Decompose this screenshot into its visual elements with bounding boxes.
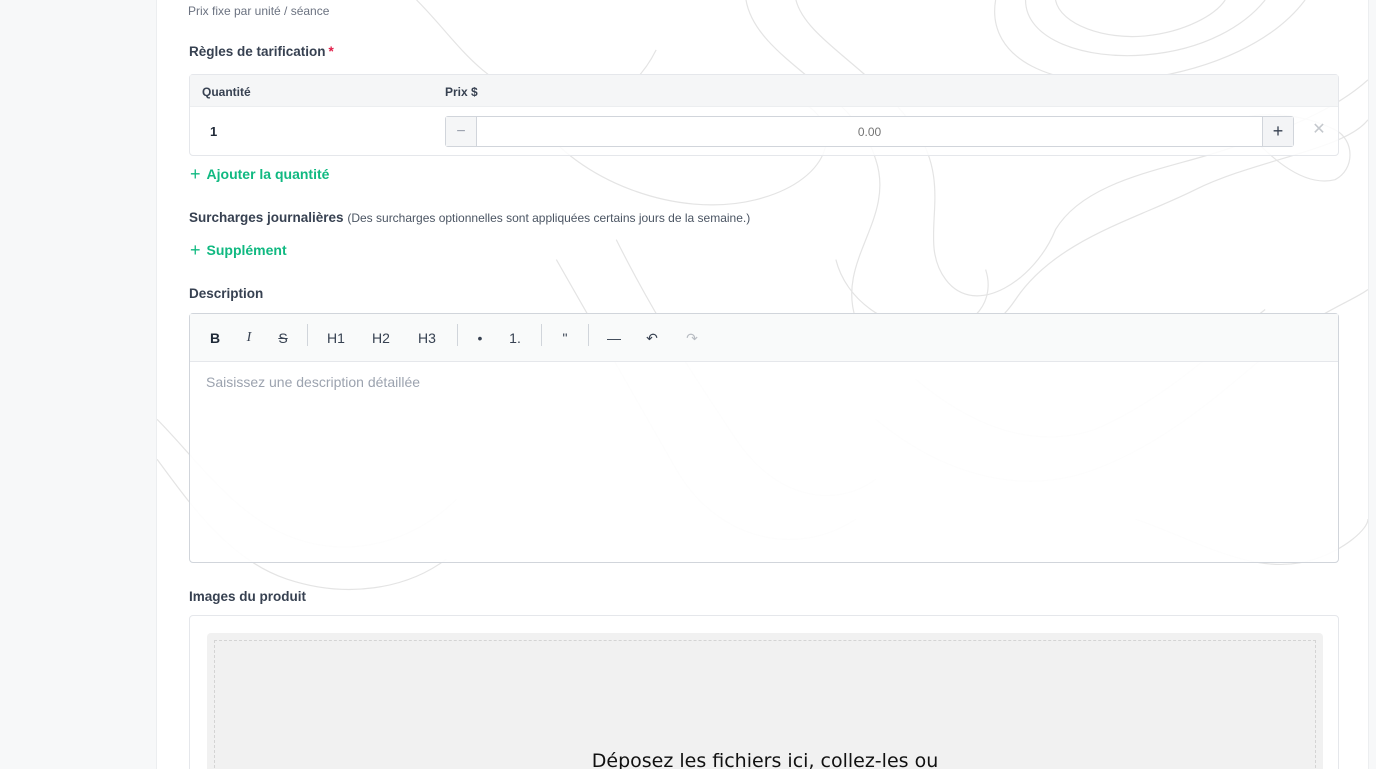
plus-icon: + — [190, 240, 201, 260]
undo-button[interactable]: ↶ — [642, 328, 662, 348]
product-form-panel: Prix fixe par unité / séance Règles de t… — [156, 0, 1369, 769]
remove-row-button[interactable]: ✕ — [1309, 120, 1329, 140]
add-surcharge-label: Supplément — [206, 242, 287, 258]
toolbar-divider — [541, 324, 542, 346]
pricing-rules-label: Règles de tarification * — [189, 44, 334, 59]
heading-3-button[interactable]: H3 — [415, 328, 439, 348]
increment-button[interactable]: + — [1262, 117, 1293, 146]
pricing-table: Quantité Prix $ 1 − + ✕ — [189, 74, 1339, 156]
pricing-hint: Prix fixe par unité / séance — [188, 4, 330, 18]
strikethrough-button[interactable]: S — [274, 328, 292, 348]
bold-button[interactable]: B — [206, 328, 224, 348]
column-header-quantity: Quantité — [202, 85, 251, 99]
dropzone-text: Déposez les fichiers ici, collez-les ou — [591, 750, 939, 769]
price-input[interactable] — [477, 117, 1262, 146]
pricing-rules-label-text: Règles de tarification — [189, 44, 326, 59]
product-images-container: Déposez les fichiers ici, collez-les ou — [189, 615, 1339, 769]
description-label: Description — [189, 286, 264, 301]
heading-2-button[interactable]: H2 — [369, 328, 393, 348]
rich-text-editor: B I S H1 H2 H3 • 1. " — ↶ ↷ Saisissez un… — [189, 313, 1339, 563]
italic-button[interactable]: I — [240, 328, 258, 348]
column-header-price: Prix $ — [445, 85, 478, 99]
plus-icon: + — [1272, 121, 1284, 141]
description-placeholder[interactable]: Saisissez une description détaillée — [206, 374, 420, 390]
daily-surcharges-header: Surcharges journalières (Des surcharges … — [189, 210, 750, 225]
bullet-list-button[interactable]: • — [472, 328, 488, 348]
plus-icon: + — [190, 164, 201, 184]
product-images-label: Images du produit — [189, 589, 307, 604]
toolbar-divider — [307, 324, 308, 346]
file-dropzone[interactable]: Déposez les fichiers ici, collez-les ou — [207, 633, 1323, 769]
add-quantity-button[interactable]: + Ajouter la quantité — [190, 165, 329, 183]
redo-button[interactable]: ↷ — [682, 328, 702, 348]
minus-icon: − — [456, 122, 466, 140]
horizontal-rule-button[interactable]: — — [604, 328, 624, 348]
editor-toolbar: B I S H1 H2 H3 • 1. " — ↶ ↷ — [190, 314, 1338, 362]
ordered-list-button[interactable]: 1. — [506, 328, 524, 348]
add-quantity-label: Ajouter la quantité — [206, 166, 330, 182]
quantity-value: 1 — [210, 124, 218, 139]
required-indicator: * — [328, 44, 334, 59]
add-surcharge-button[interactable]: + Supplément — [190, 241, 287, 259]
daily-surcharges-note: (Des surcharges optionnelles sont appliq… — [347, 211, 751, 225]
heading-1-button[interactable]: H1 — [324, 328, 348, 348]
daily-surcharges-title: Surcharges journalières — [189, 210, 344, 225]
price-stepper: − + — [445, 116, 1294, 147]
decrement-button[interactable]: − — [446, 117, 477, 146]
toolbar-divider — [457, 324, 458, 346]
pricing-table-header: Quantité Prix $ — [190, 75, 1338, 107]
toolbar-divider — [588, 324, 589, 346]
blockquote-button[interactable]: " — [557, 328, 573, 348]
close-icon: ✕ — [1312, 121, 1326, 138]
